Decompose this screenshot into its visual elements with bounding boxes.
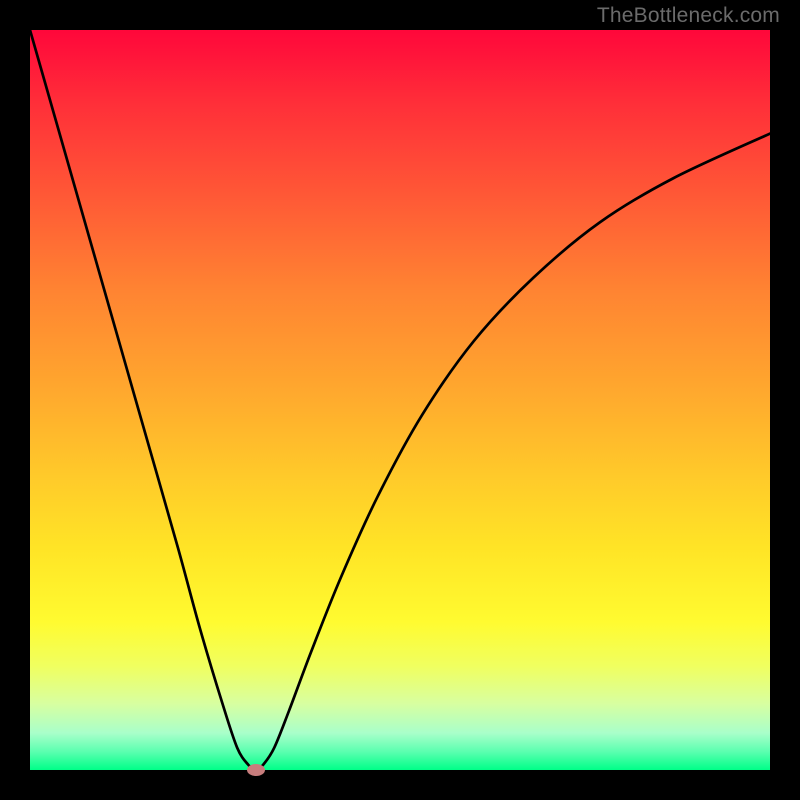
plot-area — [30, 30, 770, 770]
curve-svg — [30, 30, 770, 770]
bottleneck-curve — [30, 30, 770, 770]
attribution-label: TheBottleneck.com — [597, 4, 780, 28]
chart-frame: TheBottleneck.com — [0, 0, 800, 800]
